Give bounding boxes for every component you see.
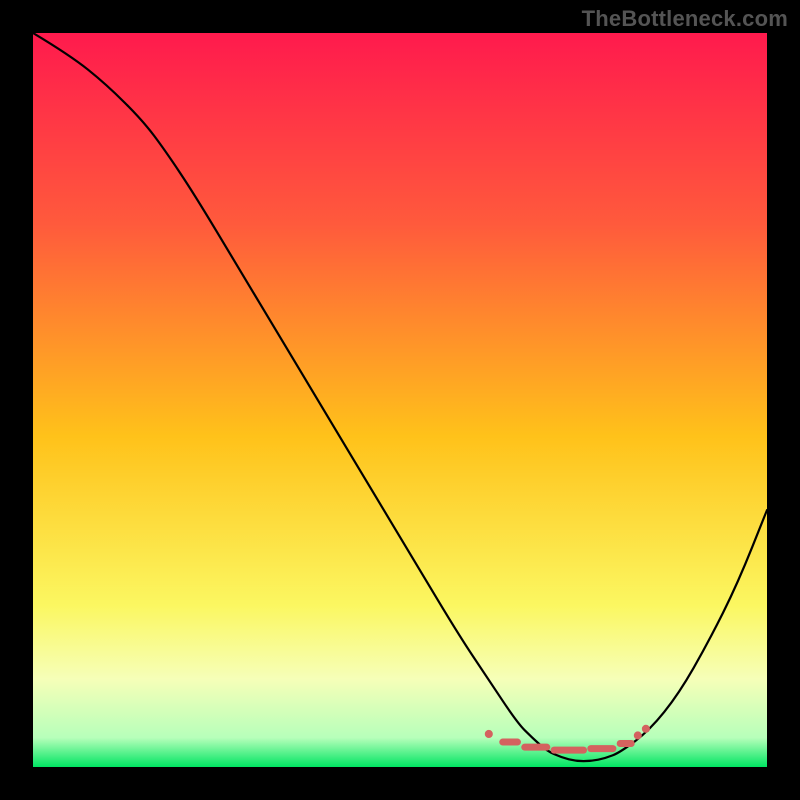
gradient-background (33, 33, 767, 767)
watermark-text: TheBottleneck.com (582, 6, 788, 32)
plot-area (33, 33, 767, 767)
chart-svg (33, 33, 767, 767)
chart-frame: TheBottleneck.com (0, 0, 800, 800)
